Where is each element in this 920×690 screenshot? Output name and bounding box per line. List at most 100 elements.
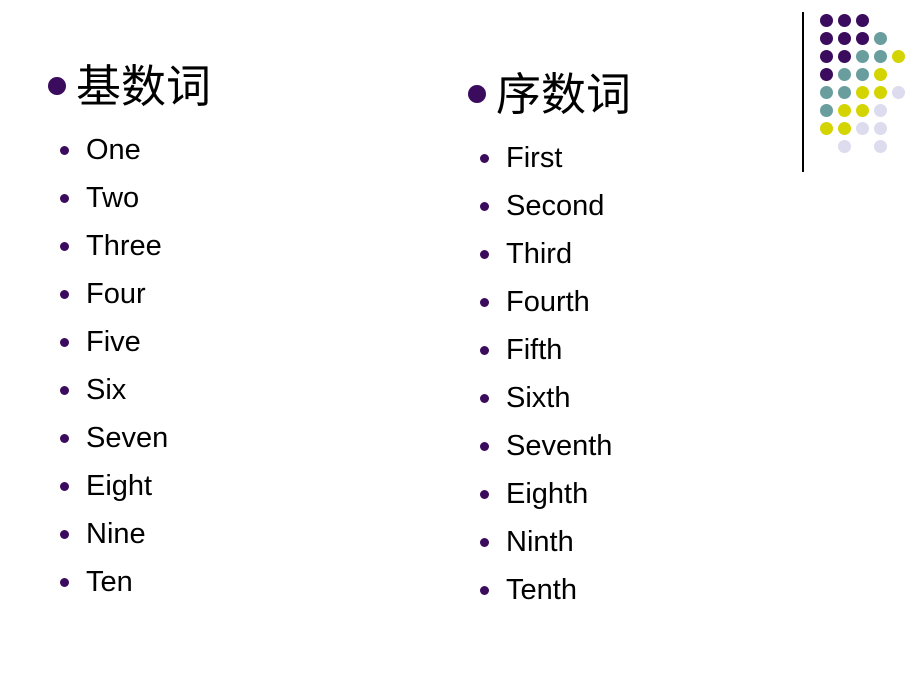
decor-dot-teal: [838, 86, 851, 99]
list-item: Third: [468, 230, 798, 278]
bullet-icon: [60, 337, 69, 347]
bullet-icon: [60, 433, 69, 443]
list-item: Tenth: [468, 566, 798, 614]
bullet-icon: [480, 585, 489, 595]
list-item: One: [48, 126, 448, 174]
decor-dot-teal: [820, 104, 833, 117]
list-item: Fifth: [468, 326, 798, 374]
list-item-label: Three: [86, 229, 162, 262]
decor-dot-purple: [856, 14, 869, 27]
list-item: Fourth: [468, 278, 798, 326]
vertical-rule: [802, 12, 804, 172]
list-item-label: Nine: [86, 517, 146, 550]
bullet-icon: [60, 385, 69, 395]
bullet-icon: [60, 289, 69, 299]
bullet-icon: [480, 201, 489, 211]
title-bullet-icon: [468, 85, 486, 103]
decor-dot-yellow: [838, 122, 851, 135]
decor-dot-purple: [838, 50, 851, 63]
bullet-icon: [480, 249, 489, 259]
list-item-label: Second: [506, 189, 605, 222]
bullet-icon: [480, 393, 489, 403]
decor-dot-teal: [874, 50, 887, 63]
list-item: Sixth: [468, 374, 798, 422]
decor-dot-yellow: [874, 68, 887, 81]
list-item: Seven: [48, 414, 448, 462]
list-item-label: First: [506, 141, 563, 174]
decor-dot-yellow: [892, 50, 905, 63]
bullet-icon: [60, 241, 69, 251]
list-item-label: Ten: [86, 565, 133, 598]
bullet-icon: [60, 529, 69, 539]
list-item: Eighth: [468, 470, 798, 518]
cardinal-number-list: One Two Three Four Five Six Seven Eight Nine Ten: [48, 126, 448, 606]
decor-dot-yellow: [856, 104, 869, 117]
decor-dot-lavender: [874, 140, 887, 153]
decor-dot-lavender: [892, 86, 905, 99]
decor-dot-teal: [856, 68, 869, 81]
decor-dot-purple: [820, 32, 833, 45]
column-ordinal-numbers: 序数词 First Second Third Fourth Fifth Sixth Seve…: [468, 0, 798, 614]
bullet-icon: [480, 153, 489, 163]
decor-dot-lavender: [874, 104, 887, 117]
decor-dot-purple: [820, 68, 833, 81]
list-item: Ninth: [468, 518, 798, 566]
decor-dot-purple: [838, 14, 851, 27]
bullet-icon: [60, 145, 69, 155]
list-item: First: [468, 134, 798, 182]
title-bullet-icon: [48, 77, 66, 95]
bullet-icon: [480, 537, 489, 547]
decor-dot-yellow: [838, 104, 851, 117]
list-item: Three: [48, 222, 448, 270]
list-item-label: Eight: [86, 469, 153, 502]
list-item-label: Fifth: [506, 333, 563, 366]
decor-dot-yellow: [820, 122, 833, 135]
list-item-label: Fourth: [506, 285, 590, 318]
bullet-icon: [480, 441, 489, 451]
list-item-label: Third: [506, 237, 573, 270]
decorative-dot-grid: [796, 0, 920, 180]
column-cardinal-numbers: 基数词 One Two Three Four Five Six Seven Eight Nine…: [48, 0, 448, 606]
list-item-label: Tenth: [506, 573, 577, 606]
decor-dot-teal: [838, 68, 851, 81]
list-item-label: Seventh: [506, 429, 613, 462]
list-item-label: Six: [86, 373, 127, 406]
ordinal-title: 序数词: [468, 64, 798, 124]
slide-canvas: 基数词 One Two Three Four Five Six Seven Eight Nine…: [0, 0, 920, 690]
list-item: Four: [48, 270, 448, 318]
list-item: Eight: [48, 462, 448, 510]
decor-dot-purple: [856, 32, 869, 45]
bullet-icon: [60, 481, 69, 491]
list-item-label: Eighth: [506, 477, 589, 510]
bullet-icon: [60, 193, 69, 203]
list-item: Nine: [48, 510, 448, 558]
list-item: Five: [48, 318, 448, 366]
decor-dot-purple: [820, 50, 833, 63]
bullet-icon: [480, 489, 489, 499]
decor-dot-yellow: [874, 86, 887, 99]
list-item-label: Sixth: [506, 381, 571, 414]
decor-dot-purple: [838, 32, 851, 45]
list-item: Seventh: [468, 422, 798, 470]
cardinal-title-text: 基数词: [76, 59, 212, 113]
decor-dot-lavender: [856, 122, 869, 135]
list-item: Two: [48, 174, 448, 222]
list-item-label: Two: [86, 181, 140, 214]
decor-dot-lavender: [838, 140, 851, 153]
list-item-label: Seven: [86, 421, 169, 454]
list-item-label: One: [86, 133, 141, 166]
list-item-label: Ninth: [506, 525, 574, 558]
list-item: Second: [468, 182, 798, 230]
decor-dot-teal: [820, 86, 833, 99]
list-item-label: Five: [86, 325, 141, 358]
decor-dot-purple: [820, 14, 833, 27]
ordinal-title-text: 序数词: [496, 67, 632, 121]
list-item-label: Four: [86, 277, 146, 310]
decor-dot-lavender: [874, 122, 887, 135]
decor-dot-teal: [856, 50, 869, 63]
ordinal-number-list: First Second Third Fourth Fifth Sixth Seventh E…: [468, 134, 798, 614]
bullet-icon: [480, 345, 489, 355]
list-item: Six: [48, 366, 448, 414]
decor-dot-yellow: [856, 86, 869, 99]
bullet-icon: [480, 297, 489, 307]
